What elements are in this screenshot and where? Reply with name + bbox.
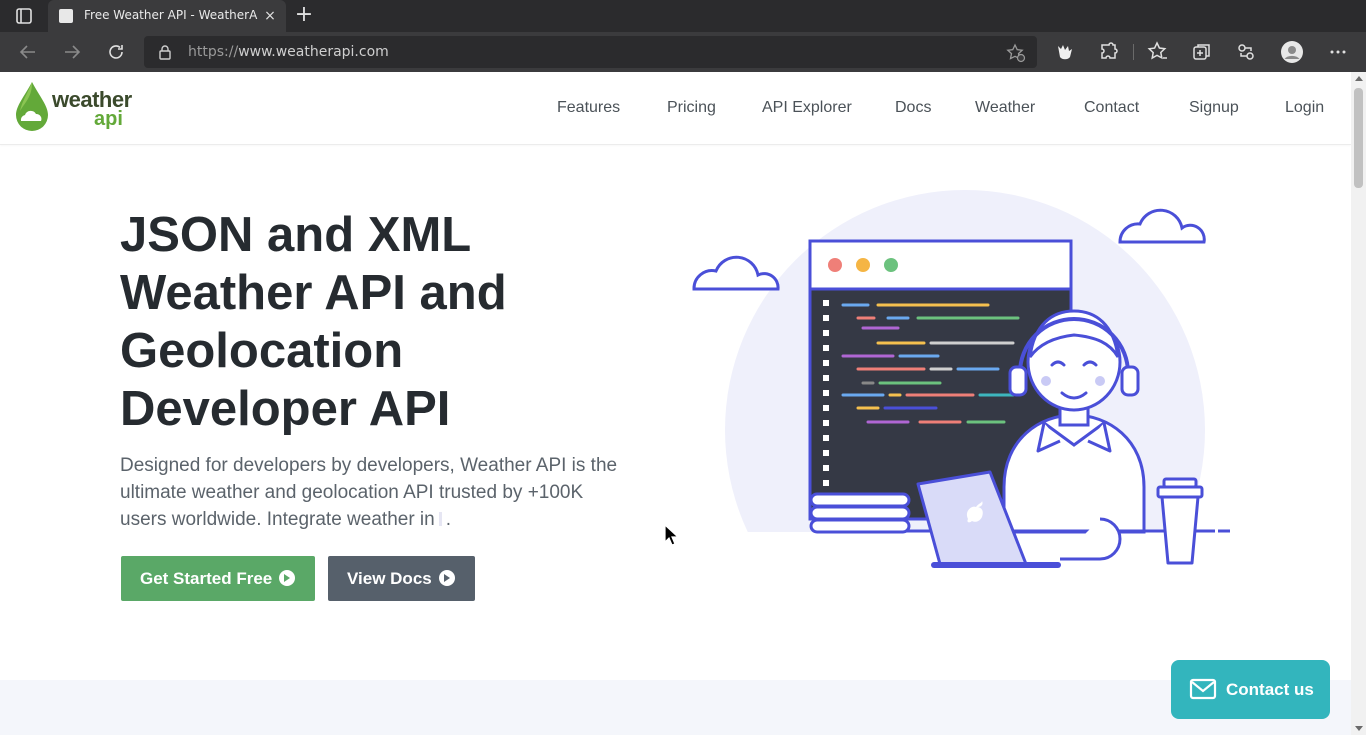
hero-subtitle-line: Designed for developers by developers, W… bbox=[120, 455, 618, 476]
next-section-band bbox=[0, 680, 1351, 735]
contact-us-label: Contact us bbox=[1226, 680, 1314, 699]
hero-title-line: Geolocation bbox=[120, 324, 404, 378]
share-icon[interactable] bbox=[1234, 40, 1258, 64]
get-started-button[interactable]: Get Started Free bbox=[121, 556, 315, 601]
nav-features[interactable]: Features bbox=[557, 99, 620, 117]
hero-subtitle-line: users worldwide. Integrate weather in bbox=[120, 509, 435, 530]
refresh-button[interactable] bbox=[104, 40, 128, 64]
more-icon[interactable] bbox=[1326, 40, 1350, 64]
nav-contact[interactable]: Contact bbox=[1084, 99, 1139, 117]
toolbar-separator bbox=[1133, 44, 1134, 60]
refresh-icon bbox=[109, 45, 123, 59]
favorites-icon[interactable] bbox=[1146, 40, 1170, 64]
hero-title-line: Developer API bbox=[120, 382, 451, 436]
back-icon bbox=[19, 45, 35, 59]
nav-weather[interactable]: Weather bbox=[975, 99, 1035, 117]
arrow-circle-icon bbox=[279, 570, 295, 586]
forward-icon bbox=[65, 45, 81, 59]
tab-close-button[interactable]: × bbox=[262, 7, 278, 25]
back-button[interactable] bbox=[16, 40, 40, 64]
main-nav: Features Pricing API Explorer Docs Weath… bbox=[0, 99, 1351, 121]
tab-title: Free Weather API - WeatherAPI bbox=[84, 8, 258, 22]
tab-actions-icon[interactable] bbox=[12, 7, 36, 25]
typing-caret bbox=[438, 512, 442, 526]
page-content: weather api Features Pricing API Explore… bbox=[0, 72, 1351, 735]
favicon-icon bbox=[59, 9, 73, 23]
scroll-down-arrow-icon[interactable] bbox=[1355, 726, 1363, 731]
url-text: https://www.weatherapi.com bbox=[188, 44, 389, 60]
hero-title-line: Weather API and bbox=[120, 266, 507, 320]
nav-signup[interactable]: Signup bbox=[1189, 99, 1239, 117]
nav-pricing[interactable]: Pricing bbox=[667, 99, 716, 117]
scrollbar-thumb[interactable] bbox=[1354, 88, 1363, 188]
nav-login[interactable]: Login bbox=[1285, 99, 1324, 117]
forward-button[interactable] bbox=[60, 40, 84, 64]
browser-tabbar: Free Weather API - WeatherAPI × + bbox=[0, 0, 1366, 32]
get-started-label: Get Started Free bbox=[140, 569, 273, 588]
profile-icon[interactable] bbox=[1280, 40, 1304, 64]
new-tab-button[interactable]: + bbox=[292, 4, 316, 28]
view-docs-label: View Docs bbox=[347, 569, 432, 588]
extension-bear-icon[interactable] bbox=[1053, 40, 1077, 64]
hero-subtitle-line: ultimate weather and geolocation API tru… bbox=[120, 482, 584, 503]
view-docs-button[interactable]: View Docs bbox=[328, 556, 475, 601]
mouse-cursor-icon bbox=[664, 524, 678, 546]
address-bar[interactable]: https://www.weatherapi.com bbox=[144, 36, 1037, 68]
hero-title-line: JSON and XML bbox=[120, 208, 472, 262]
lock-icon bbox=[159, 45, 171, 60]
favorite-add-icon[interactable] bbox=[1006, 43, 1026, 63]
collections-icon[interactable] bbox=[1190, 40, 1214, 64]
browser-toolbar: https://www.weatherapi.com bbox=[0, 32, 1366, 72]
developer-illustration bbox=[688, 190, 1236, 587]
hero-title: JSON and XML Weather API and Geolocation… bbox=[120, 206, 680, 438]
page-scrollbar[interactable] bbox=[1351, 72, 1366, 735]
url-scheme: https:// bbox=[188, 44, 239, 60]
scroll-up-arrow-icon[interactable] bbox=[1355, 76, 1363, 81]
browser-tab[interactable]: Free Weather API - WeatherAPI × bbox=[48, 0, 286, 32]
hero-subtitle-end: . bbox=[445, 509, 451, 530]
extensions-icon[interactable] bbox=[1097, 40, 1121, 64]
nav-api-explorer[interactable]: API Explorer bbox=[762, 99, 852, 117]
contact-us-button[interactable]: Contact us bbox=[1171, 660, 1330, 719]
hero-subtitle: Designed for developers by developers, W… bbox=[120, 452, 660, 533]
nav-docs[interactable]: Docs bbox=[895, 99, 931, 117]
mail-icon bbox=[1189, 678, 1217, 700]
arrow-circle-icon bbox=[439, 570, 455, 586]
site-header: weather api Features Pricing API Explore… bbox=[0, 72, 1351, 145]
url-host: www.weatherapi.com bbox=[238, 44, 389, 60]
